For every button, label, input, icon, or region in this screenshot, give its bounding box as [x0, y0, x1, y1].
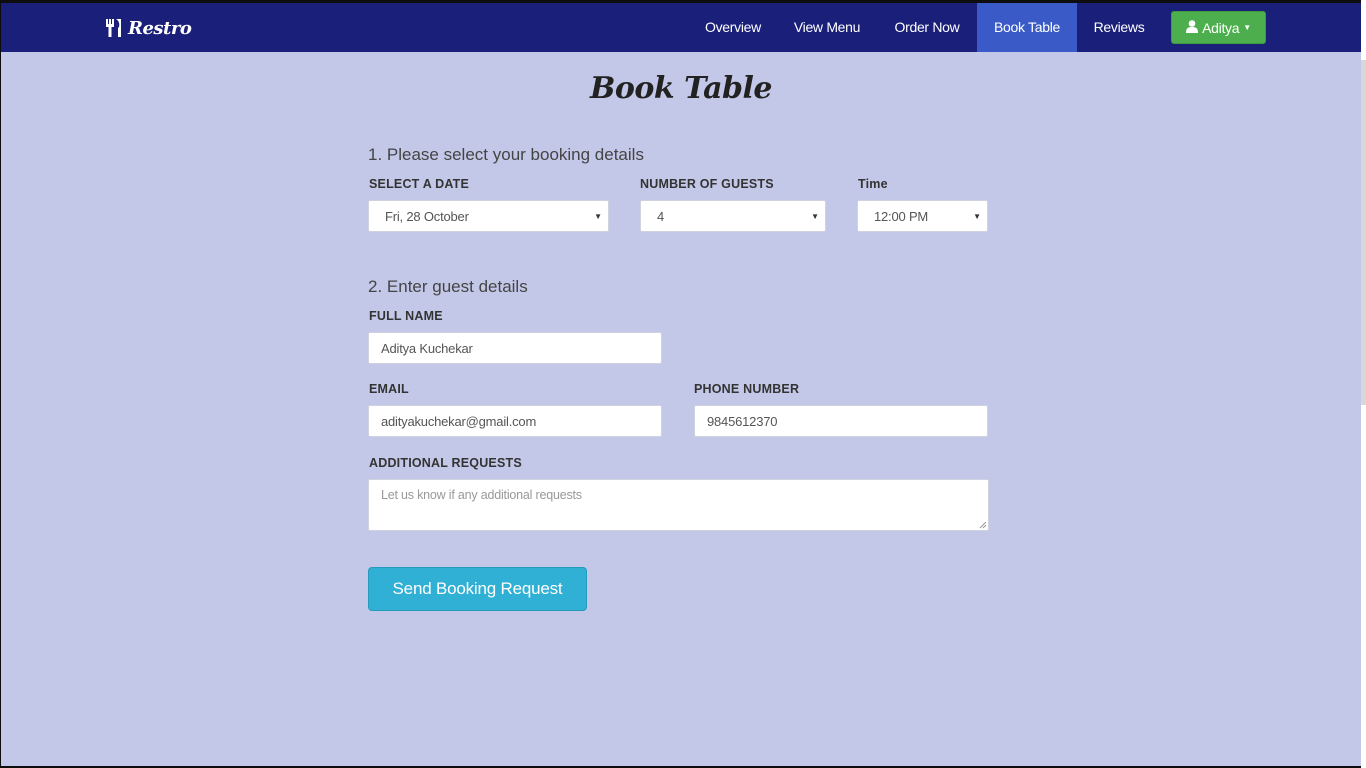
time-label: Time — [858, 177, 888, 191]
email-field[interactable]: adityakuchekar@gmail.com — [368, 405, 662, 437]
cutlery-icon — [105, 19, 123, 37]
brand-name: Restro — [128, 17, 192, 39]
page: Restro Overview View Menu Order Now Book… — [1, 3, 1361, 766]
guests-value: 4 — [657, 209, 665, 224]
email-value: adityakuchekar@gmail.com — [381, 414, 537, 429]
chevron-down-icon: ▼ — [1243, 23, 1251, 32]
date-value: Fri, 28 October — [385, 209, 469, 224]
phone-value: 9845612370 — [707, 414, 778, 429]
date-label: SELECT A DATE — [369, 177, 470, 191]
full-name-value: Aditya Kuchekar — [381, 341, 473, 356]
phone-label: PHONE NUMBER — [694, 382, 800, 396]
guest-details-heading: 2. Enter guest details — [368, 277, 528, 296]
nav-order-now[interactable]: Order Now — [877, 3, 977, 52]
user-name: Aditya — [1202, 19, 1240, 36]
time-value: 12:00 PM — [874, 209, 929, 224]
booking-details-heading: 1. Please select your booking details — [368, 145, 644, 164]
scrollbar-thumb[interactable] — [1361, 60, 1366, 405]
chevron-down-icon: ▼ — [973, 212, 981, 221]
resize-handle-icon[interactable] — [979, 521, 987, 529]
nav-book-table[interactable]: Book Table — [977, 3, 1077, 52]
phone-field[interactable]: 9845612370 — [694, 405, 988, 437]
nav-overview[interactable]: Overview — [689, 3, 777, 52]
date-select[interactable]: Fri, 28 October ▼ — [368, 200, 609, 232]
time-select[interactable]: 12:00 PM ▼ — [857, 200, 988, 232]
page-title: Book Table — [590, 71, 772, 106]
requests-textarea[interactable]: Let us know if any additional requests — [368, 479, 989, 531]
user-icon — [1186, 19, 1202, 36]
send-booking-request-button[interactable]: Send Booking Request — [368, 567, 587, 611]
chevron-down-icon: ▼ — [811, 212, 819, 221]
brand-logo[interactable]: Restro — [105, 16, 192, 40]
nav-view-menu[interactable]: View Menu — [777, 3, 877, 52]
chevron-down-icon: ▼ — [594, 212, 602, 221]
navbar: Restro Overview View Menu Order Now Book… — [1, 3, 1361, 52]
full-name-field[interactable]: Aditya Kuchekar — [368, 332, 662, 364]
guests-select[interactable]: 4 ▼ — [640, 200, 826, 232]
requests-label: ADDITIONAL REQUESTS — [369, 456, 522, 470]
guests-label: NUMBER OF GUESTS — [640, 177, 774, 191]
email-label: EMAIL — [369, 382, 409, 396]
user-menu-button[interactable]: Aditya ▼ — [1171, 11, 1266, 44]
requests-placeholder: Let us know if any additional requests — [381, 488, 582, 502]
full-name-label: FULL NAME — [369, 309, 443, 323]
nav-reviews[interactable]: Reviews — [1077, 3, 1161, 52]
